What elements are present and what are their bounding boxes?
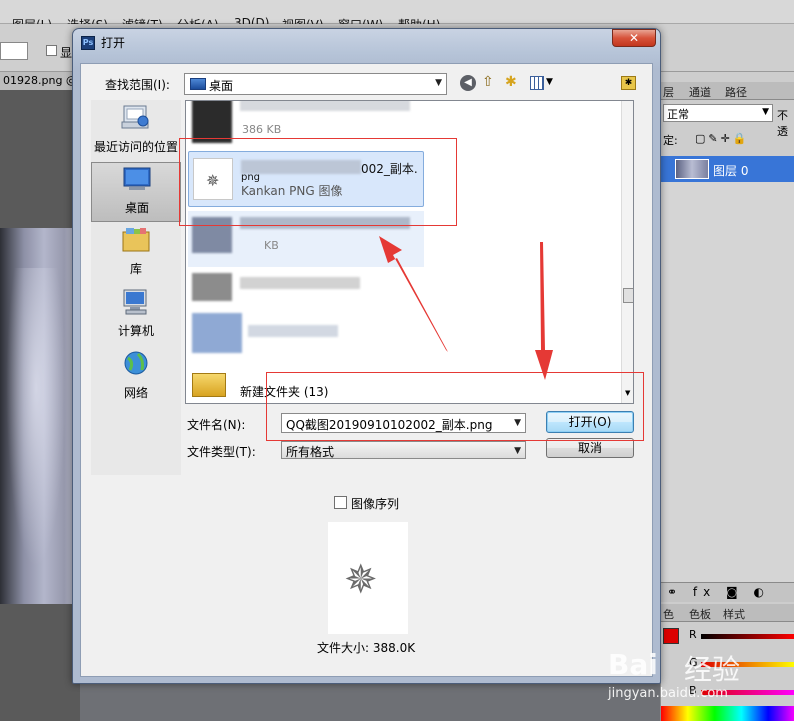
chevron-down-icon: ▼ [762, 107, 769, 117]
file-type-label: 文件类型(T): [187, 445, 256, 459]
list-item[interactable] [188, 311, 424, 367]
place-label: 库 [129, 262, 142, 276]
layers-panel: 层 通道 路径 正常 ▼ 不透 定: ▢✎✛🔒 图层 0 ⚭ fx ◙ ◐ 色 … [660, 72, 794, 721]
desktop-icon [190, 78, 206, 90]
chevron-down-icon: ▼ [435, 78, 442, 88]
scrollbar[interactable]: ▼ [621, 101, 633, 403]
panel-tabs: 层 通道 路径 [661, 82, 794, 100]
tab-channels[interactable]: 通道 [689, 84, 711, 100]
file-name-label: 文件名(N): [187, 418, 246, 432]
file-size: 386 KB [242, 123, 282, 136]
eye-icon[interactable] [663, 161, 673, 175]
options-checkbox[interactable] [46, 45, 57, 56]
desktop-icon [123, 167, 151, 190]
folder-icon [192, 373, 226, 397]
ps-menubar: 图层(L) 选择(S) 滤镜(T) 分析(A) 3D(D) 视图(V) 窗口(W… [0, 0, 794, 32]
nav-toolbar: ◀ ⇧ ✱ ▼ [460, 74, 560, 94]
cancel-button[interactable]: 取消 [546, 438, 634, 458]
watermark-url: jingyan.baidu.com [608, 686, 728, 701]
look-in-select[interactable]: 桌面 ▼ [184, 73, 447, 95]
lock-label: 定: [663, 134, 678, 147]
tab-styles[interactable]: 样式 [723, 606, 745, 622]
place-recent[interactable]: 最近访问的位置 [91, 102, 181, 162]
place-libraries[interactable]: 库 [91, 224, 181, 284]
place-label: 最近访问的位置 [93, 140, 178, 154]
chevron-down-icon[interactable]: ▼ [546, 77, 553, 87]
network-icon [124, 351, 148, 375]
preview-thumbnail: ✵ [328, 522, 408, 634]
photoshop-logo-icon: Ps [81, 36, 95, 50]
close-button[interactable]: ✕ [612, 29, 656, 47]
layer-thumbnail [675, 159, 709, 179]
file-size: KB [264, 239, 279, 252]
file-type-value: 所有格式 [286, 445, 335, 459]
dialog-titlebar[interactable]: Ps 打开 ✕ [73, 29, 660, 55]
opacity-label: 不透 [777, 109, 788, 138]
bridge-icon[interactable]: ✱ [621, 76, 636, 90]
tab-color[interactable]: 色 [663, 606, 674, 622]
baidu-watermark: Bai 经验 jingyan.baidu.com [608, 648, 794, 721]
computer-icon [123, 289, 147, 315]
tab-swatches[interactable]: 色板 [689, 606, 711, 622]
layer-row[interactable]: 图层 0 [661, 156, 794, 182]
blurred-thumbnail [192, 273, 232, 301]
place-label: 计算机 [117, 324, 154, 338]
file-type-select[interactable]: 所有格式 ▼ [281, 441, 526, 459]
libraries-icon [122, 228, 150, 252]
watermark-brand: 经验 [684, 653, 741, 686]
file-size-text: 文件大小: 388.0K [317, 641, 416, 655]
look-in-value: 桌面 [209, 79, 234, 93]
place-network[interactable]: 网络 [91, 348, 181, 408]
layer-name: 图层 0 [713, 164, 749, 178]
blurred-name [240, 277, 360, 289]
place-label: 桌面 [124, 201, 149, 215]
image-sequence-checkbox[interactable] [334, 496, 347, 509]
blend-mode-value: 正常 [667, 108, 689, 121]
image-sequence-label: 图像序列 [351, 497, 400, 511]
annotation-box-open [266, 372, 644, 441]
channel-r-label: R [689, 628, 697, 641]
scroll-thumb[interactable] [623, 288, 633, 303]
red-slider[interactable] [701, 634, 794, 639]
blurred-thumbnail [192, 313, 242, 353]
recent-places-icon [121, 105, 149, 129]
open-dialog: Ps 打开 ✕ 查找范围(I): 桌面 ▼ ◀ ⇧ ✱ ▼ ✱ 最近访问的位置 … [72, 28, 661, 684]
place-label: 网络 [123, 386, 148, 400]
blend-mode-select[interactable]: 正常 ▼ [663, 104, 773, 122]
lock-icons[interactable]: ▢✎✛🔒 [695, 132, 750, 145]
baidu-logo: Bai [608, 648, 658, 681]
new-folder-icon[interactable]: ✱ [505, 74, 517, 90]
foreground-color-swatch[interactable] [663, 628, 679, 644]
tab-layers[interactable]: 层 [663, 84, 674, 100]
up-folder-icon[interactable]: ⇧ [482, 74, 494, 90]
place-computer[interactable]: 计算机 [91, 286, 181, 346]
view-menu-icon[interactable] [530, 76, 544, 90]
look-in-label: 查找范围(I): [105, 78, 170, 92]
place-desktop[interactable]: 桌面 [91, 162, 181, 222]
tab-paths[interactable]: 路径 [725, 84, 747, 100]
snowflake-icon: ✵ [344, 557, 378, 603]
canvas-image [0, 228, 80, 604]
blurred-name [248, 325, 338, 337]
dialog-title: 打开 [101, 36, 126, 50]
blurred-name [240, 101, 410, 111]
options-field[interactable] [0, 42, 28, 60]
color-panel-tabs: 色 色板 样式 [661, 604, 794, 622]
back-icon[interactable]: ◀ [460, 75, 476, 91]
options-checkbox-label: 显 [60, 46, 73, 60]
layers-list [661, 182, 794, 582]
annotation-box-file [179, 138, 457, 226]
document-tab[interactable]: 01928.png @ 6 [0, 72, 80, 90]
layer-actions[interactable]: ⚭ fx ◙ ◐ [661, 582, 794, 602]
places-bar: 最近访问的位置 桌面 库 计算机 网络 [91, 100, 181, 475]
chevron-down-icon: ▼ [514, 446, 521, 456]
blurred-thumbnail [192, 101, 232, 143]
